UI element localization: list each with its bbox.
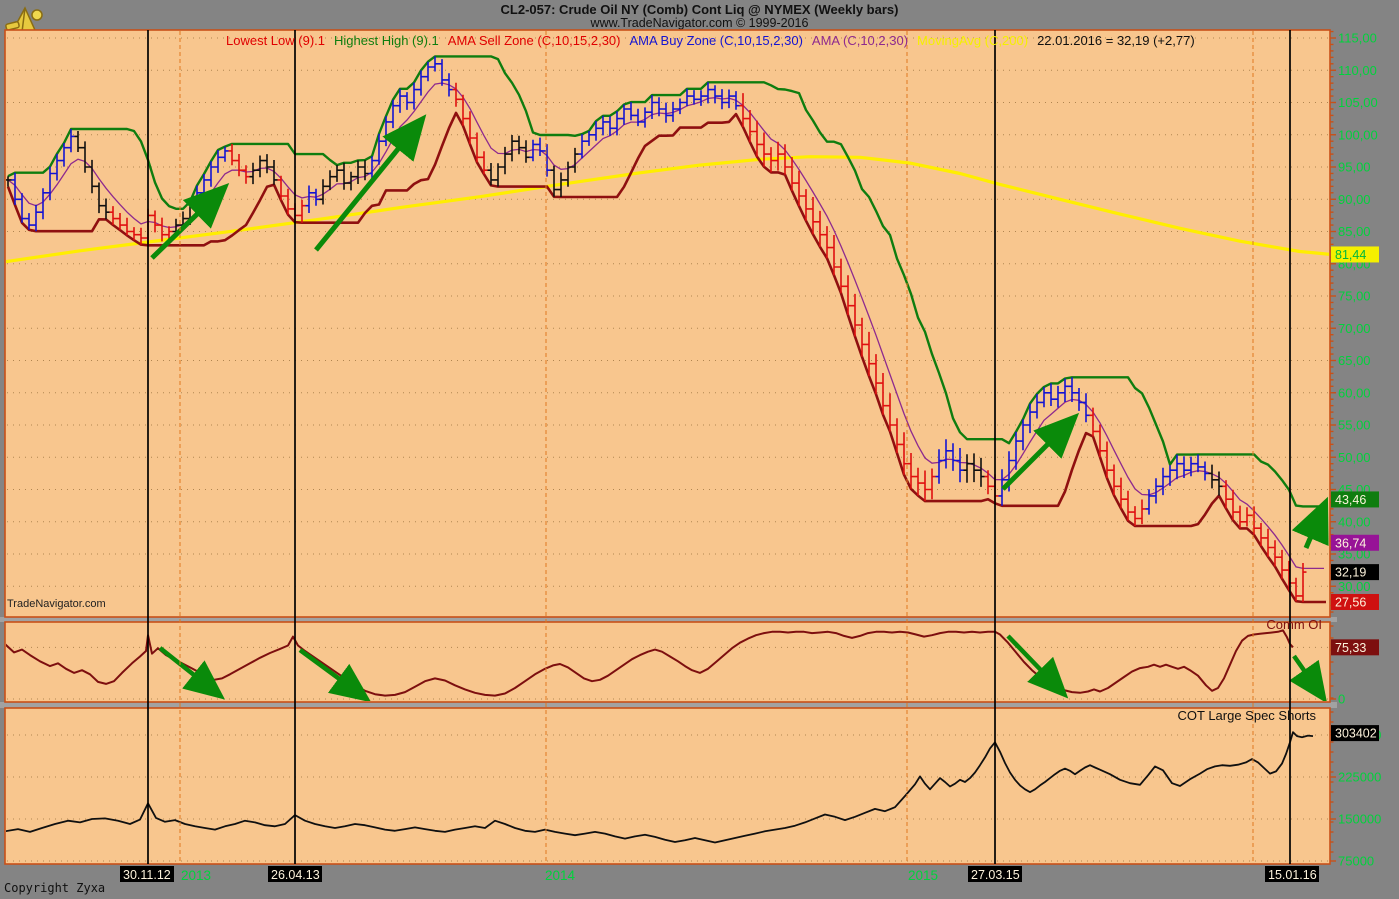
year-label: 2013 (181, 868, 211, 883)
legend-item-3: AMA Buy Zone (C,10,15,2,30) (629, 33, 802, 48)
axis-label: 75000 (1338, 854, 1374, 869)
axis-label: 60,00 (1338, 385, 1371, 400)
legend-item-6: 22.01.2016 = 32,19 (+2,77) (1037, 33, 1195, 48)
axis-label: 40,00 (1338, 514, 1371, 529)
axis-label: 30,00 (1338, 579, 1371, 594)
axis-label: 70,00 (1338, 321, 1371, 336)
date-tag-label: 27.03.15 (971, 868, 1020, 882)
axis-label: 75,00 (1338, 289, 1371, 304)
axis-label: 105,00 (1338, 95, 1378, 110)
axis-label: 115,00 (1338, 31, 1377, 46)
watermark-text: TradeNavigator.com (7, 598, 106, 610)
legend-item-1: Highest High (9).1 (334, 33, 439, 48)
legend-item-2: AMA Sell Zone (C,10,15,2,30) (448, 33, 621, 48)
date-tag-label: 26.04.13 (271, 868, 320, 882)
axis-label: 90,00 (1338, 192, 1371, 207)
copyright-text: Copyright Zyxa (4, 881, 105, 895)
value-tag-label: 27,56 (1335, 595, 1366, 609)
legend-item-5: MovingAvg (C,200) (917, 33, 1028, 48)
date-tag-label: 15.01.16 (1268, 868, 1317, 882)
axis-label: 85,00 (1338, 224, 1371, 239)
value-tag-label: 303402 (1335, 727, 1377, 741)
axis-label: 65,00 (1338, 353, 1371, 368)
legend-item-4: AMA (C,10,2,30) (812, 33, 908, 48)
axis-label: 0 (1338, 692, 1345, 707)
year-label: 2014 (545, 868, 576, 883)
axis-label: 100,00 (1338, 127, 1378, 142)
axis-label: 150000 (1338, 812, 1381, 827)
value-tag-label: 32,19 (1335, 566, 1366, 580)
axis-label: 55,00 (1338, 418, 1371, 433)
tradenavigator-window: CL2-057: Crude Oil NY (Comb) Cont Liq @ … (0, 0, 1399, 899)
axis-label: 110,00 (1338, 63, 1377, 78)
price-panel[interactable] (5, 30, 1330, 617)
axis-label: 225000 (1338, 770, 1381, 785)
axis-label: 50,00 (1338, 450, 1371, 465)
date-tag-label: 30.11.12 (123, 868, 171, 882)
cot-panel-label: COT Large Spec Shorts (1120, 708, 1316, 723)
axis-label: 95,00 (1338, 160, 1371, 175)
chart-canvas[interactable]: 115,00 110,00 105,00 100,00 95,00 90,00 85,00 8… (0, 0, 1399, 899)
legend-item-0: Lowest Low (9).1 (226, 33, 325, 48)
value-tag-label: 81,44 (1335, 248, 1366, 262)
indicator-legend: Lowest Low (9).1 Highest High (9).1 AMA Se… (226, 32, 1195, 48)
value-tag-label: 36,74 (1335, 536, 1366, 550)
year-label: 2015 (908, 868, 938, 883)
comm-oi-panel[interactable] (5, 622, 1330, 702)
comm-oi-panel-label: Comm OI (1180, 617, 1322, 632)
value-tag-label: 75,33 (1335, 641, 1366, 655)
value-tag-label: 43,46 (1335, 493, 1366, 507)
